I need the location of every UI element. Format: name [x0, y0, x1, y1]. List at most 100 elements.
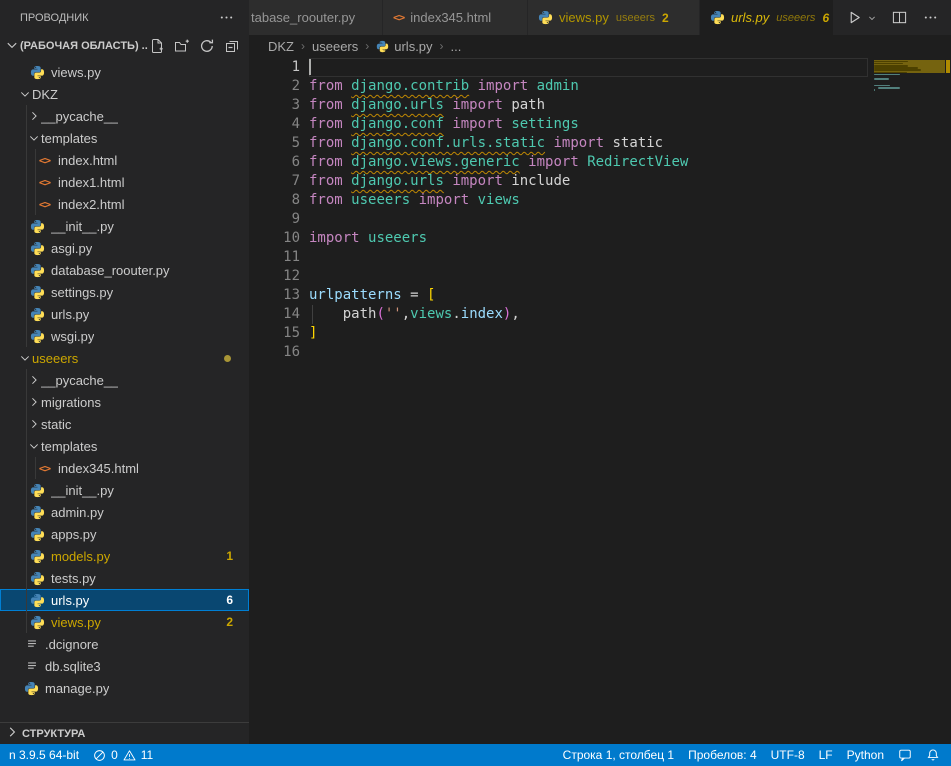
code-line-16[interactable]: 16 [249, 343, 868, 362]
code-line-7[interactable]: 7from django.urls import include [249, 172, 868, 191]
tree-item-admin.py[interactable]: admin.py [0, 501, 249, 523]
tree-item-index1.html[interactable]: <>index1.html [0, 171, 249, 193]
indent-guide [26, 171, 27, 193]
tab-label: tabase_roouter.py [251, 10, 355, 25]
code-line-2[interactable]: 2from django.contrib import admin [249, 77, 868, 96]
tree-item-settings.py[interactable]: settings.py [0, 281, 249, 303]
new-folder-icon[interactable] [173, 37, 191, 55]
status-notifications[interactable] [919, 744, 947, 766]
tree-item-views.py[interactable]: views.py [0, 61, 249, 83]
code-line-5[interactable]: 5from django.conf.urls.static import sta… [249, 134, 868, 153]
python-icon [710, 10, 725, 25]
tree-item-__pycache__[interactable]: __pycache__ [0, 369, 249, 391]
code-line-3[interactable]: 3from django.urls import path [249, 96, 868, 115]
tree-item-__init__.py[interactable]: __init__.py [0, 479, 249, 501]
breadcrumb-item-urls.py[interactable]: urls.py [376, 39, 432, 54]
overview-ruler-warning-mark [946, 60, 950, 73]
indent-guide [26, 193, 27, 215]
indent-guide [26, 435, 27, 457]
more-icon[interactable] [921, 9, 939, 27]
explorer-header: ПРОВОДНИК [0, 0, 249, 35]
code-line-6[interactable]: 6from django.views.generic import Redire… [249, 153, 868, 172]
code-line-13[interactable]: 13urlpatterns = [ [249, 286, 868, 305]
tree-item-urls.py[interactable]: urls.py [0, 303, 249, 325]
chevron-right-icon [4, 724, 20, 743]
indent-guide [26, 369, 27, 391]
refresh-icon[interactable] [198, 37, 216, 55]
text-cursor [309, 59, 311, 75]
line-content [309, 267, 868, 286]
tree-item-static[interactable]: static [0, 413, 249, 435]
status-problems[interactable]: 011 [86, 744, 160, 766]
status-python-version[interactable]: n 3.9.5 64-bit [2, 744, 86, 766]
split-editor-icon[interactable] [890, 9, 908, 27]
tree-item-index345.html[interactable]: <>index345.html [0, 457, 249, 479]
file-icon [24, 659, 39, 673]
tab-index345.html[interactable]: <>index345.html [383, 0, 528, 35]
code-line-11[interactable]: 11 [249, 248, 868, 267]
tree-item-label: database_roouter.py [51, 263, 170, 278]
tree-item-migrations[interactable]: migrations [0, 391, 249, 413]
code-content[interactable]: 12from django.contrib import admin3from … [249, 58, 868, 362]
tree-item-templates[interactable]: templates [0, 127, 249, 149]
code-line-15[interactable]: 15] [249, 324, 868, 343]
minimap-line [874, 72, 907, 74]
tree-item-index.html[interactable]: <>index.html [0, 149, 249, 171]
status-cursor-position[interactable]: Строка 1, столбец 1 [556, 744, 681, 766]
more-icon[interactable] [217, 9, 235, 27]
tree-item-apps.py[interactable]: apps.py [0, 523, 249, 545]
tree-item-tests.py[interactable]: tests.py [0, 567, 249, 589]
play-icon[interactable] [845, 9, 863, 27]
tree-item-useeers[interactable]: useeers [0, 347, 249, 369]
tree-item-label: views.py [51, 65, 101, 80]
status-indentation[interactable]: Пробелов: 4 [681, 744, 764, 766]
breadcrumb-item-useeers[interactable]: useeers [312, 39, 358, 54]
collapse-all-icon[interactable] [223, 37, 241, 55]
indent-guide [26, 303, 27, 325]
tree-item-__init__.py[interactable]: __init__.py [0, 215, 249, 237]
status-feedback[interactable] [891, 744, 919, 766]
status-encoding[interactable]: UTF-8 [764, 744, 812, 766]
code-line-10[interactable]: 10import useeers [249, 229, 868, 248]
minimap[interactable] [874, 58, 945, 188]
code-line-8[interactable]: 8from useeers import views [249, 191, 868, 210]
tree-item-DKZ[interactable]: DKZ [0, 83, 249, 105]
tree-item-label: __pycache__ [41, 109, 118, 124]
tree-item-wsgi.py[interactable]: wsgi.py [0, 325, 249, 347]
code-line-4[interactable]: 4from django.conf import settings [249, 115, 868, 134]
breadcrumb-item-...[interactable]: ... [451, 39, 462, 54]
new-file-icon[interactable] [148, 37, 166, 55]
line-number: 14 [249, 305, 309, 324]
indent-guide [26, 215, 27, 237]
status-eol[interactable]: LF [812, 744, 840, 766]
tree-item-db.sqlite3[interactable]: db.sqlite3 [0, 655, 249, 677]
status-language-mode[interactable]: Python [840, 744, 891, 766]
tree-item-asgi.py[interactable]: asgi.py [0, 237, 249, 259]
tree-item-urls.py[interactable]: urls.py6 [0, 589, 249, 611]
code-line-14[interactable]: 14 path('',views.index), [249, 305, 868, 324]
tab-urls.py[interactable]: urls.pyuseeers6× [700, 0, 851, 35]
tree-item-__pycache__[interactable]: __pycache__ [0, 105, 249, 127]
code-line-1[interactable]: 1 [249, 58, 868, 77]
tree-item-manage.py[interactable]: manage.py [0, 677, 249, 699]
tree-item-.dcignore[interactable]: .dcignore [0, 633, 249, 655]
workspace-section-header[interactable]: (РАБОЧАЯ ОБЛАСТЬ) ... [0, 35, 249, 57]
indent-guide [26, 281, 27, 303]
tree-item-index2.html[interactable]: <>index2.html [0, 193, 249, 215]
chevron-down-icon [4, 37, 20, 56]
tree-item-database_roouter.py[interactable]: database_roouter.py [0, 259, 249, 281]
code-line-12[interactable]: 12 [249, 267, 868, 286]
tab-views.py[interactable]: views.pyuseeers2 [528, 0, 700, 35]
outline-section-header[interactable]: СТРУКТУРА [0, 722, 249, 744]
tree-item-templates[interactable]: templates [0, 435, 249, 457]
html-icon: <> [37, 462, 52, 475]
breadcrumb-item-DKZ[interactable]: DKZ [268, 39, 294, 54]
code-editor[interactable]: 12from django.contrib import admin3from … [249, 57, 951, 744]
tree-item-label: useeers [32, 351, 78, 366]
code-line-9[interactable]: 9 [249, 210, 868, 229]
tree-item-views.py[interactable]: views.py2 [0, 611, 249, 633]
tree-item-models.py[interactable]: models.py1 [0, 545, 249, 567]
tree-item-label: wsgi.py [51, 329, 94, 344]
chevron-down-icon[interactable] [867, 9, 877, 27]
tab-tabase_roouter.py[interactable]: tabase_roouter.py [249, 0, 383, 35]
